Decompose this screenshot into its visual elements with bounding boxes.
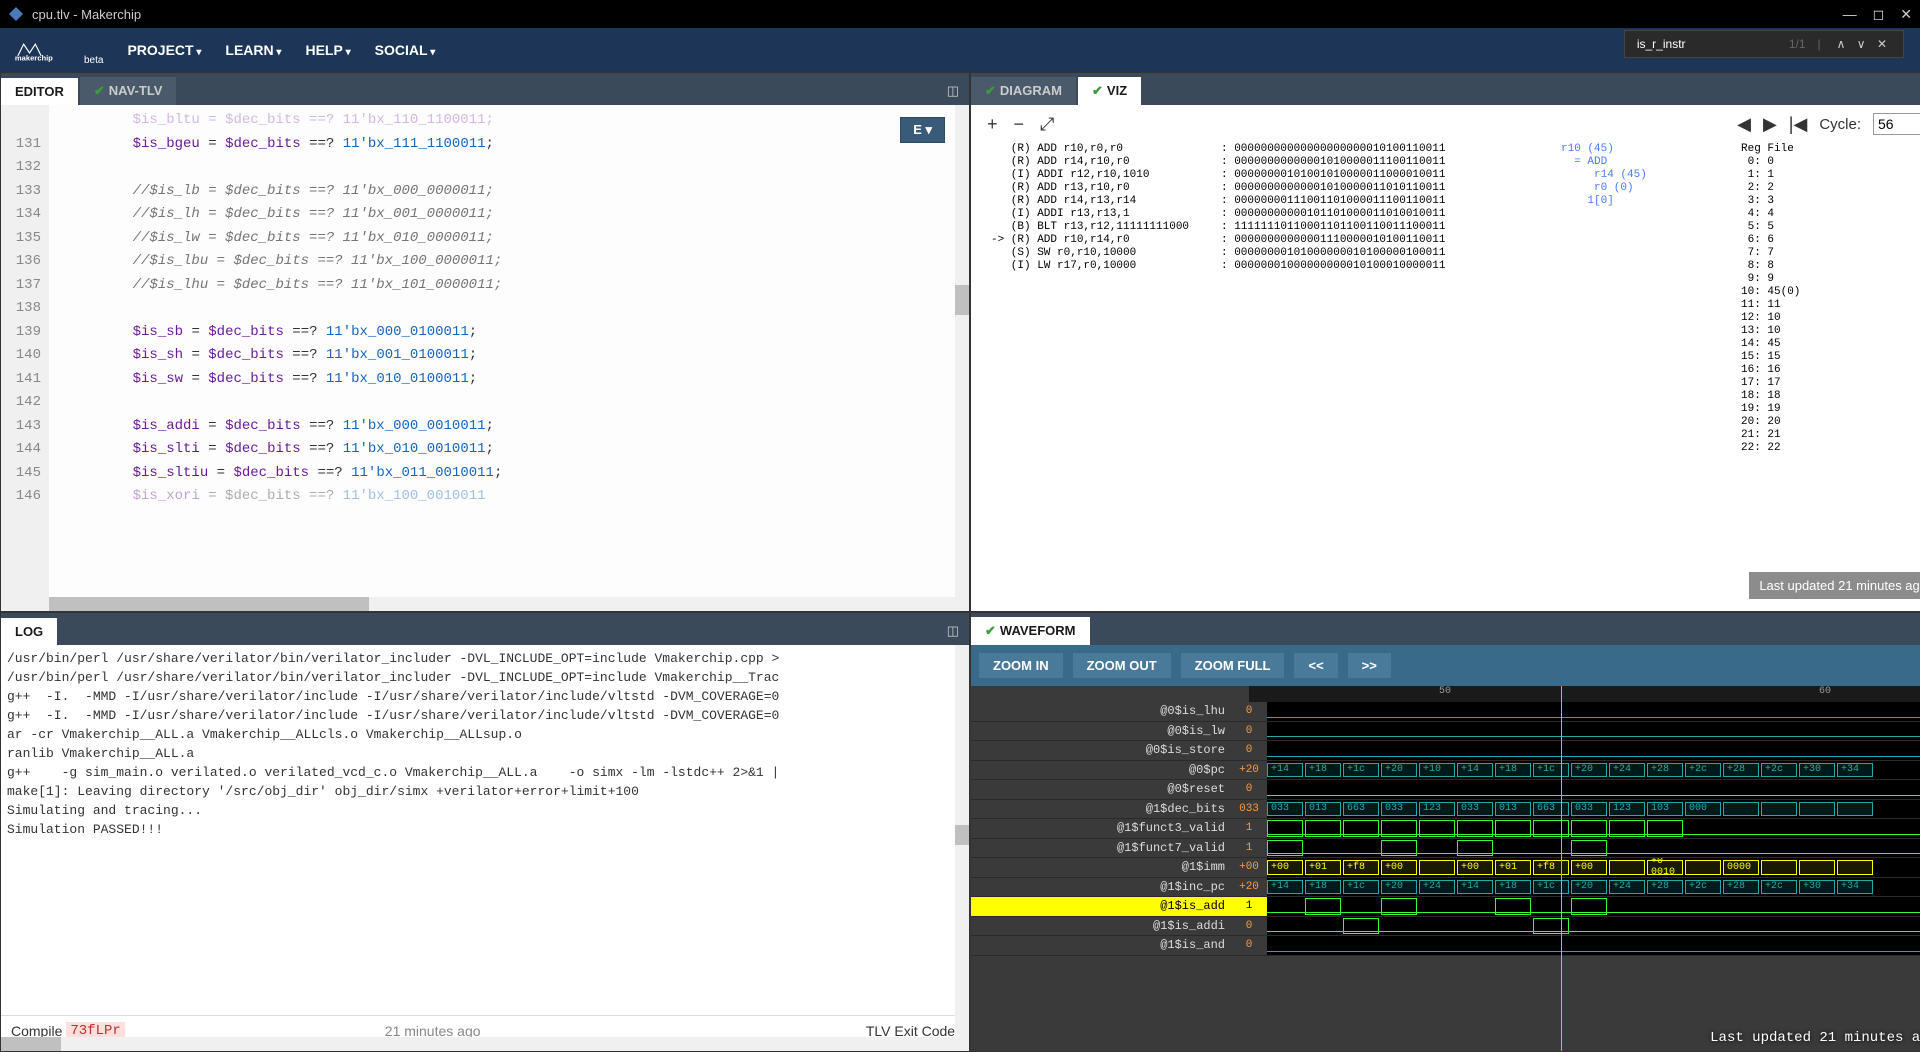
split-icon[interactable]: ◫ bbox=[937, 77, 969, 105]
tab-diagram[interactable]: ✔DIAGRAM bbox=[971, 77, 1076, 105]
viz-instructions: (R) ADD r10,r0,r0 (R) ADD r14,r10,r0 (I)… bbox=[991, 143, 1221, 455]
line-gutter: 131 132 133 134 135 136 137 138 139 140 … bbox=[1, 105, 49, 611]
wave-row[interactable]: @0$pc+20+14+18+1c+20+10+14+18+1c+20+24+2… bbox=[971, 761, 1920, 781]
wave-row[interactable]: @1$imm+00+00+01+f8+00+00+01+f8+00+0 0010… bbox=[971, 858, 1920, 878]
editor-hscroll[interactable] bbox=[49, 597, 969, 611]
window-title: cpu.tlv - Makerchip bbox=[32, 7, 141, 22]
cycle-next-icon[interactable]: ▶ bbox=[1763, 114, 1777, 135]
wave-row[interactable]: @1$is_add1 bbox=[971, 897, 1920, 917]
minimize-icon[interactable]: — bbox=[1843, 6, 1857, 23]
cycle-prev-icon[interactable]: ◀ bbox=[1737, 114, 1751, 135]
zoom-in-icon[interactable]: + bbox=[987, 114, 998, 135]
wave-row[interactable]: @1$funct3_valid1 bbox=[971, 819, 1920, 839]
expand-icon[interactable]: ⤢ bbox=[1040, 114, 1054, 135]
viz-updated-badge: Last updated 21 minutes ago bbox=[1749, 572, 1920, 599]
wave-row[interactable]: @0$is_lhu0 bbox=[971, 702, 1920, 722]
search-bar: 1/1 | ∧ ∨ ✕ bbox=[1624, 30, 1904, 58]
wave-row[interactable]: @1$inc_pc+20+14+18+1c+20+24+14+18+1c+20+… bbox=[971, 878, 1920, 898]
split-icon[interactable]: ◫ bbox=[937, 617, 969, 645]
log-hscroll[interactable] bbox=[1, 1037, 969, 1051]
tab-log[interactable]: LOG bbox=[1, 618, 57, 645]
search-input[interactable] bbox=[1637, 37, 1777, 51]
wave-row[interactable]: @0$is_lw0 bbox=[971, 722, 1920, 742]
search-prev-icon[interactable]: ∧ bbox=[1837, 37, 1846, 51]
viz-side: r10 (45) = ADD r14 (45) r0 (0) 1[0] bbox=[1561, 143, 1741, 455]
search-count: 1/1 bbox=[1789, 37, 1806, 51]
maximize-icon[interactable]: ◻ bbox=[1873, 6, 1885, 23]
waveform-panel: ✔WAVEFORM ◫ ZOOM IN ZOOM OUT ZOOM FULL <… bbox=[970, 612, 1920, 1052]
wave-cursor[interactable] bbox=[1561, 686, 1562, 1051]
log-output[interactable]: /usr/bin/perl /usr/share/verilator/bin/v… bbox=[1, 645, 969, 1015]
tab-editor[interactable]: EDITOR bbox=[1, 78, 78, 105]
logo[interactable]: makerchip beta bbox=[12, 34, 103, 66]
titlebar: cpu.tlv - Makerchip — ◻ ✕ bbox=[0, 0, 1920, 28]
editor-vscroll[interactable] bbox=[955, 105, 969, 597]
cycle-input[interactable] bbox=[1873, 113, 1920, 135]
wave-row[interactable]: @1$funct7_valid1 bbox=[971, 839, 1920, 859]
waveform-view[interactable]: 50 60 @0$is_lhu0@0$is_lw0@0$is_store0@0$… bbox=[971, 686, 1920, 1051]
wave-row[interactable]: @0$reset0 bbox=[971, 780, 1920, 800]
e-button[interactable]: E ▾ bbox=[900, 117, 945, 143]
menu-social[interactable]: SOCIAL bbox=[375, 42, 436, 58]
zoom-out-icon[interactable]: − bbox=[1014, 114, 1025, 135]
tab-waveform[interactable]: ✔WAVEFORM bbox=[971, 617, 1090, 645]
zoom-in-button[interactable]: ZOOM IN bbox=[979, 653, 1063, 678]
app-icon bbox=[8, 6, 24, 22]
log-vscroll[interactable] bbox=[955, 645, 969, 1037]
search-close-icon[interactable]: ✕ bbox=[1877, 37, 1887, 51]
tab-viz[interactable]: ✔VIZ bbox=[1078, 77, 1141, 105]
close-icon[interactable]: ✕ bbox=[1900, 6, 1912, 23]
menu-help[interactable]: HELP bbox=[305, 42, 350, 58]
editor-panel: EDITOR ✔NAV-TLV ◫ 131 132 133 134 135 13… bbox=[0, 72, 970, 612]
wave-ruler: 50 60 bbox=[1249, 686, 1920, 702]
menu-learn[interactable]: LEARN bbox=[225, 42, 281, 58]
tab-navtlv[interactable]: ✔NAV-TLV bbox=[80, 77, 177, 105]
zoom-full-button[interactable]: ZOOM FULL bbox=[1181, 653, 1285, 678]
beta-label: beta bbox=[84, 55, 103, 66]
scroll-left-button[interactable]: << bbox=[1294, 653, 1337, 678]
wave-row[interactable]: @1$is_and0 bbox=[971, 936, 1920, 956]
viz-panel: ✔DIAGRAM ✔VIZ ◫ + − ⤢ ◀ ▶ |◀ Cycle: (R) … bbox=[970, 72, 1920, 612]
viz-bits: : 00000000000000000000010100110011 : 000… bbox=[1221, 143, 1561, 455]
cycle-label: Cycle: bbox=[1819, 116, 1861, 133]
scroll-right-button[interactable]: >> bbox=[1348, 653, 1391, 678]
log-panel: LOG ◫ /usr/bin/perl /usr/share/verilator… bbox=[0, 612, 970, 1052]
search-next-icon[interactable]: ∨ bbox=[1857, 37, 1866, 51]
wave-row[interactable]: @1$is_addi0 bbox=[971, 917, 1920, 937]
wave-row[interactable]: @0$is_store0 bbox=[971, 741, 1920, 761]
viz-regfile: Reg File 0: 0 1: 1 2: 2 3: 3 4: 4 5: 5 6… bbox=[1741, 143, 1800, 455]
wave-updated-badge: Last updated 21 minutes ago bbox=[1710, 1030, 1920, 1046]
menu-project[interactable]: PROJECT bbox=[127, 42, 201, 58]
cycle-first-icon[interactable]: |◀ bbox=[1789, 114, 1808, 135]
wave-row[interactable]: @1$dec_bits03303301366303312303301366303… bbox=[971, 800, 1920, 820]
zoom-out-button[interactable]: ZOOM OUT bbox=[1073, 653, 1171, 678]
svg-text:makerchip: makerchip bbox=[15, 54, 53, 63]
code-area[interactable]: $is_bltu = $dec_bits ==? 11'bx_110_11000… bbox=[49, 105, 969, 611]
